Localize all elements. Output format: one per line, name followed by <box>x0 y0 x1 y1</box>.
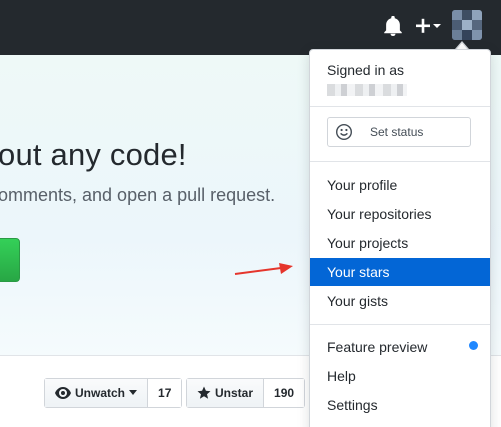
plus-icon[interactable] <box>413 14 443 38</box>
unstar-label: Unstar <box>215 386 254 400</box>
banner-title: out any code! <box>0 137 187 172</box>
divider <box>310 161 490 162</box>
signed-in-label: Signed in as <box>327 62 405 78</box>
unstar-button[interactable]: Unstar <box>187 379 265 407</box>
set-status-button[interactable]: Set status <box>327 117 471 147</box>
set-status-label: Set status <box>370 125 424 139</box>
star-icon <box>197 386 211 399</box>
menu-item-settings[interactable]: Settings <box>310 391 490 419</box>
menu-item-your-repositories[interactable]: Your repositories <box>310 200 490 228</box>
watch-button-group: Unwatch 17 <box>44 378 183 408</box>
unwatch-label: Unwatch <box>75 386 126 400</box>
caret-down-icon <box>129 390 138 395</box>
menu-item-your-gists[interactable]: Your gists <box>310 287 490 315</box>
eye-icon <box>55 387 71 399</box>
page: out any code! omments, and open a pull r… <box>0 0 501 427</box>
user-dropdown-menu: Signed in as Set status Your profile You… <box>309 49 491 427</box>
banner-subtitle: omments, and open a pull request. <box>0 185 276 205</box>
username-redacted <box>327 84 407 96</box>
unwatch-button[interactable]: Unwatch <box>45 379 149 407</box>
new-feature-indicator-dot <box>469 341 478 350</box>
stargazers-count[interactable]: 190 <box>264 379 305 407</box>
menu-item-your-stars[interactable]: Your stars <box>310 258 490 286</box>
menu-item-your-profile[interactable]: Your profile <box>310 171 490 199</box>
menu-item-feature-preview[interactable]: Feature preview <box>310 333 490 361</box>
watchers-count[interactable]: 17 <box>148 379 182 407</box>
avatar[interactable] <box>452 10 482 40</box>
bell-icon[interactable] <box>383 16 403 36</box>
menu-item-your-projects[interactable]: Your projects <box>310 229 490 257</box>
smiley-icon <box>336 124 352 140</box>
top-header <box>0 0 501 55</box>
star-button-group: Unstar 190 <box>186 378 306 408</box>
menu-item-help[interactable]: Help <box>310 362 490 390</box>
primary-button[interactable] <box>0 238 20 282</box>
annotation-arrow-icon <box>234 263 293 275</box>
divider <box>310 324 490 325</box>
divider <box>310 106 490 107</box>
caret-down-icon <box>433 24 441 28</box>
